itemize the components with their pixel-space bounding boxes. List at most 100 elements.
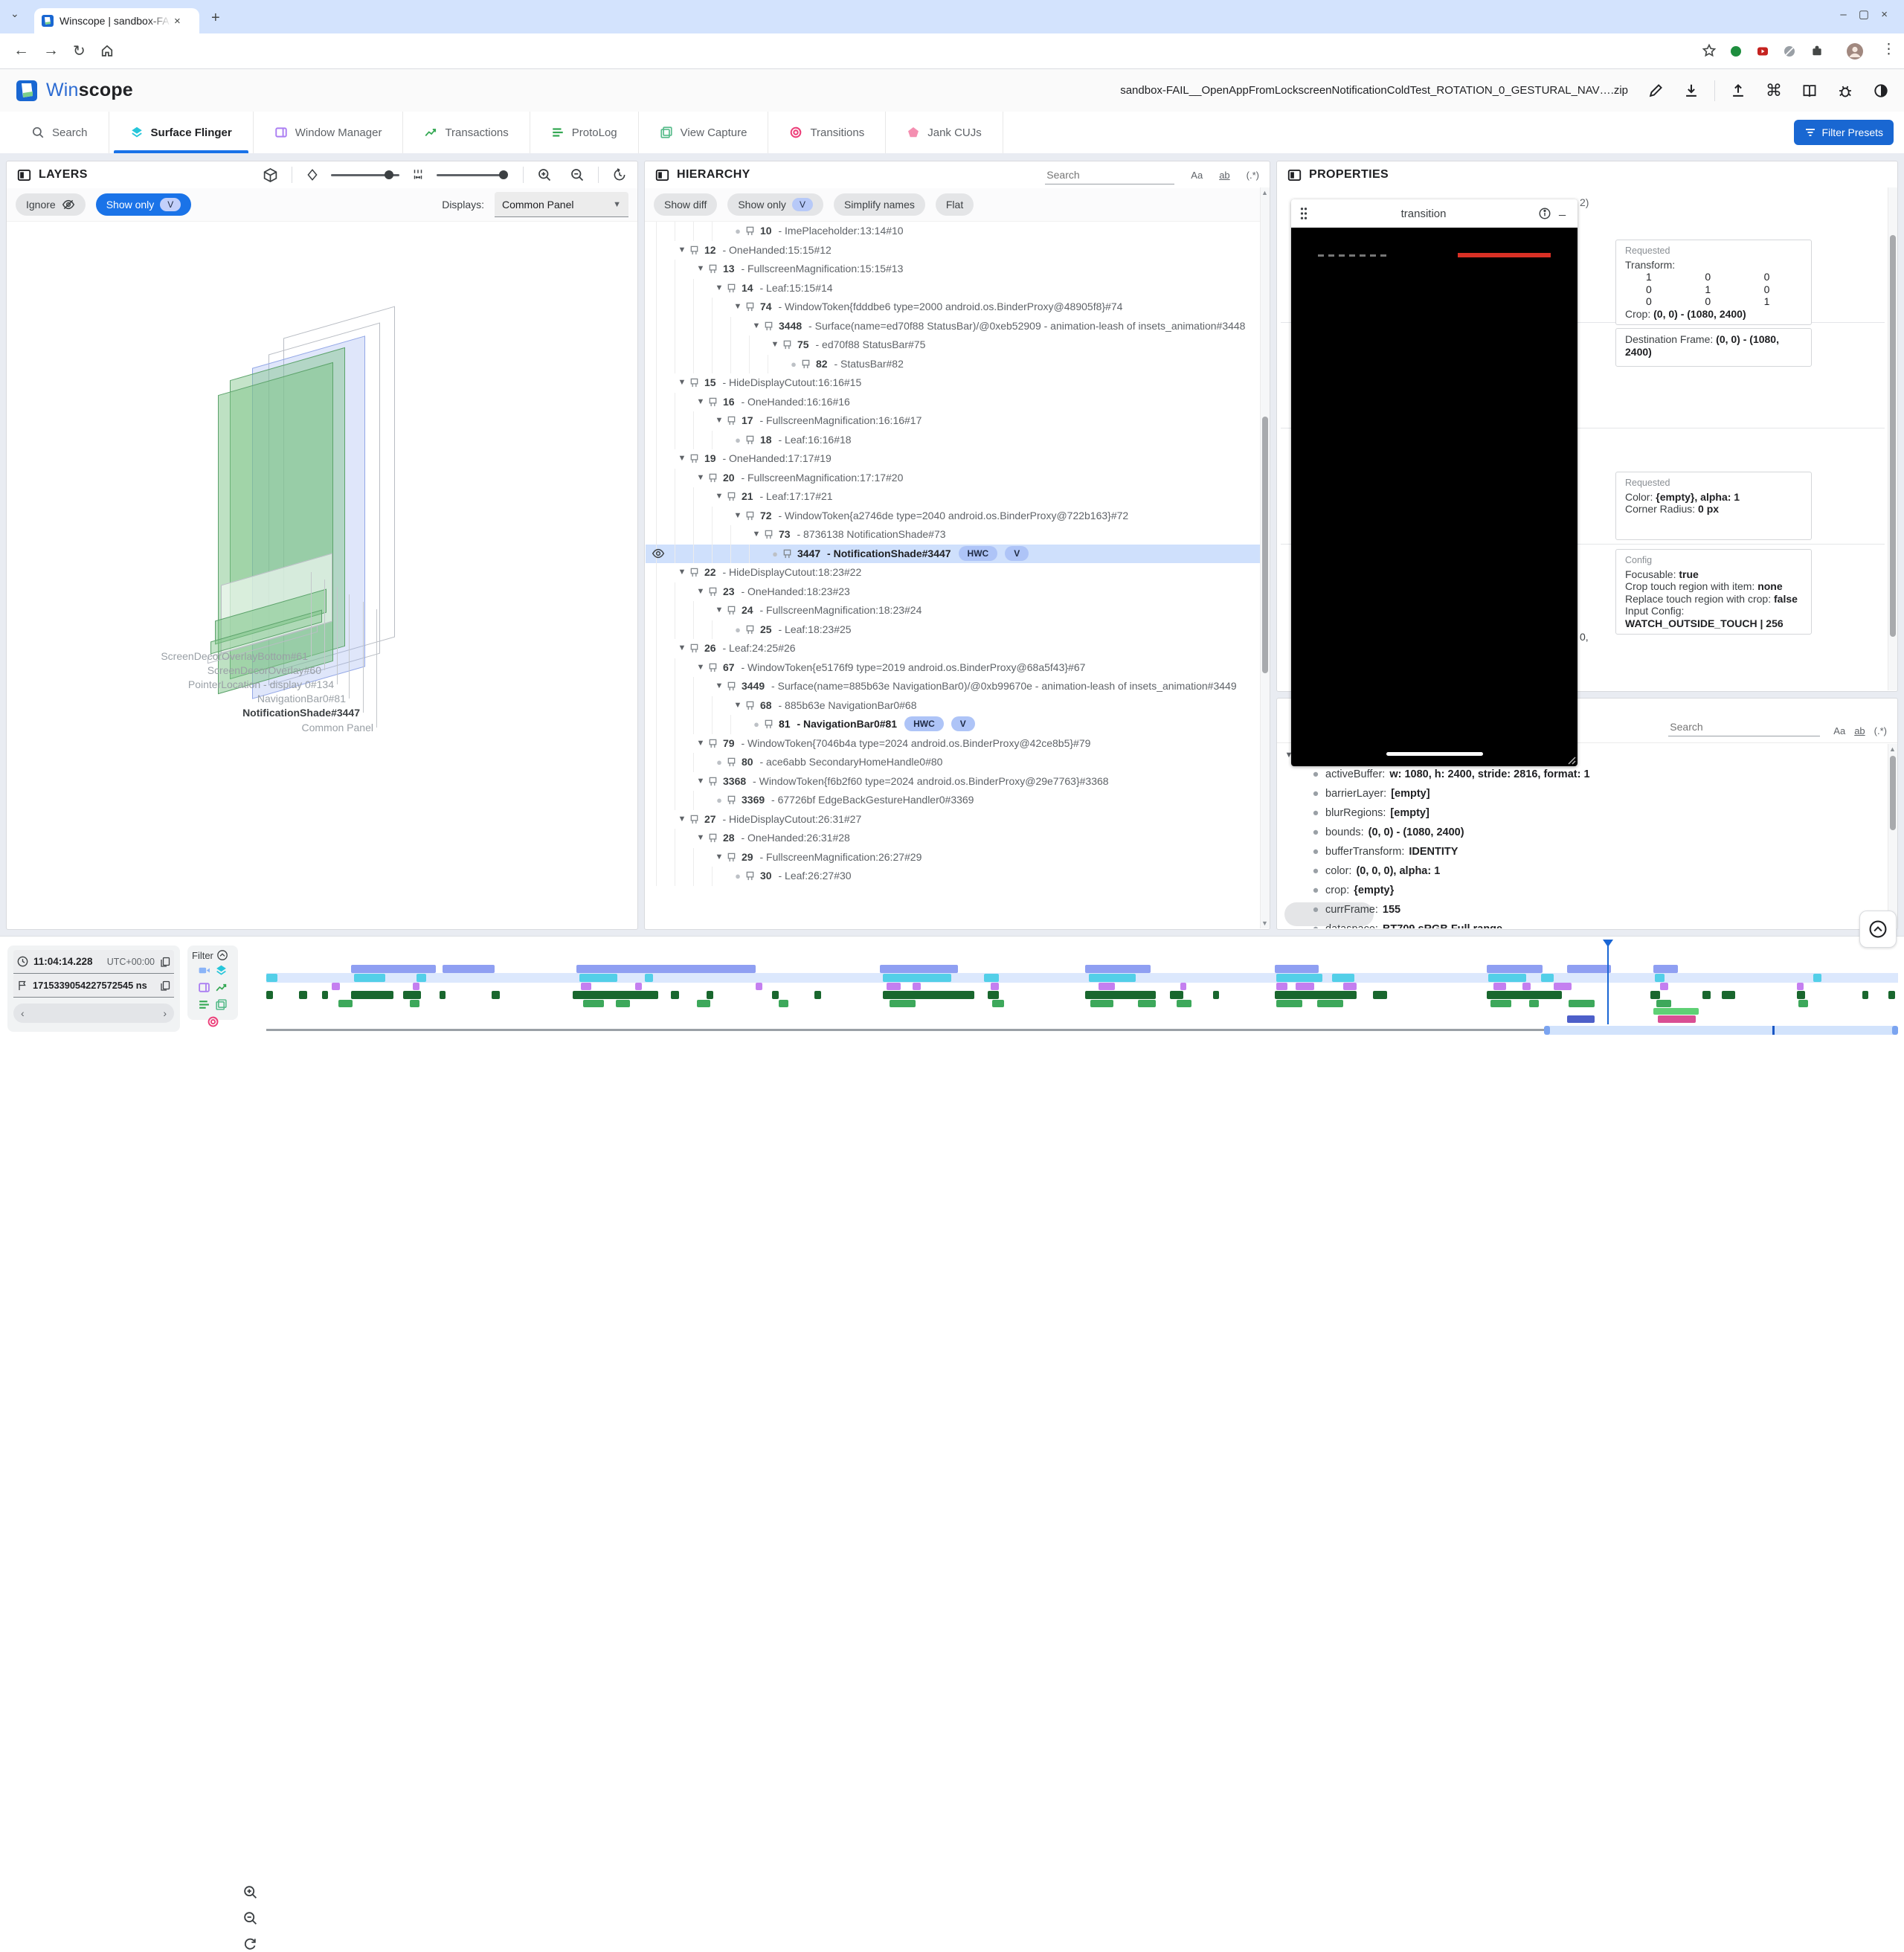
tree-row[interactable]: ●25 - Leaf:18:23#25 <box>646 620 1260 640</box>
tree-row[interactable]: ▼67 - WindowToken{e5176f9 type=2019 andr… <box>646 658 1260 678</box>
tree-row[interactable]: ▼27 - HideDisplayCutout:26:31#27 <box>646 810 1260 829</box>
expander-arrow-icon[interactable]: ▼ <box>675 241 689 260</box>
properties-search-input[interactable] <box>1668 718 1820 736</box>
tree-row[interactable]: ▼28 - OneHanded:26:31#28 <box>646 829 1260 848</box>
timeline-zoom-in-icon[interactable] <box>242 1884 260 1900</box>
protolog-event-block[interactable] <box>1656 1000 1671 1007</box>
tree-row[interactable]: ▼68 - 885b63e NavigationBar0#68 <box>646 696 1260 716</box>
screenshot-overlay-window[interactable]: transition _ <box>1291 199 1577 766</box>
window-controls[interactable]: – ▢ × <box>1840 7 1892 21</box>
tree-row[interactable]: ●81 - NavigationBar0#81HWCV <box>646 715 1260 734</box>
match-word-icon[interactable]: ab <box>1219 170 1229 181</box>
range-handle-right[interactable] <box>1892 1026 1898 1035</box>
window-manager-event-block[interactable] <box>1522 983 1531 990</box>
tab-close-icon[interactable]: × <box>174 15 181 28</box>
upload-icon[interactable] <box>1730 83 1746 99</box>
regex-icon[interactable]: (.*) <box>1247 170 1259 181</box>
expander-arrow-icon[interactable]: ▼ <box>675 373 689 393</box>
documentation-book-icon[interactable] <box>1801 83 1818 99</box>
collapse-filter-icon[interactable] <box>216 949 228 961</box>
protolog-event-block[interactable] <box>1569 1000 1595 1007</box>
transactions-event-block[interactable] <box>707 991 713 999</box>
tab-transactions[interactable]: Transactions <box>403 112 530 153</box>
drag-handle-icon[interactable] <box>1299 206 1309 221</box>
window-manager-event-block[interactable] <box>887 983 901 990</box>
tree-row[interactable]: ▼24 - FullscreenMagnification:18:23#24 <box>646 601 1260 620</box>
screen-recording-event-block[interactable] <box>443 965 495 973</box>
window-manager-event-block[interactable] <box>1099 983 1115 990</box>
ignore-button[interactable]: Ignore <box>16 193 86 216</box>
tree-row[interactable]: ●80 - ace6abb SecondaryHomeHandle0#80 <box>646 753 1260 772</box>
tree-row[interactable]: ▼29 - FullscreenMagnification:26:27#29 <box>646 848 1260 867</box>
tree-row[interactable]: ▼23 - OneHanded:18:23#23 <box>646 582 1260 602</box>
protolog-event-block[interactable] <box>1138 1000 1156 1007</box>
forward-button[interactable]: → <box>43 42 59 60</box>
transactions-event-block[interactable] <box>814 991 821 999</box>
transactions-event-block[interactable] <box>440 991 446 999</box>
protolog-event-block[interactable] <box>1276 1000 1302 1007</box>
transitions-event-block[interactable] <box>1653 1008 1699 1015</box>
bookmark-star-icon[interactable] <box>1702 43 1717 58</box>
protolog-event-block[interactable] <box>1490 1000 1512 1007</box>
window-manager-event-block[interactable] <box>1276 983 1287 990</box>
tree-row[interactable]: ▼14 - Leaf:15:15#14 <box>646 279 1260 298</box>
expander-arrow-icon[interactable]: ▼ <box>730 298 745 317</box>
transactions-event-block[interactable] <box>1275 991 1357 999</box>
expander-arrow-icon[interactable]: ▼ <box>675 563 689 582</box>
window-manager-event-block[interactable] <box>1493 983 1507 990</box>
property-item[interactable]: ●blurRegions:[empty] <box>1281 803 1885 823</box>
shortcuts-command-icon[interactable]: ⌘ <box>1766 81 1782 100</box>
properties-detail-scrollbar[interactable]: ▲ <box>1888 744 1897 928</box>
back-button[interactable]: ← <box>13 42 29 60</box>
tree-row[interactable]: ▼20 - FullscreenMagnification:17:17#20 <box>646 469 1260 488</box>
surface-flinger-event-block[interactable] <box>1813 974 1821 982</box>
rotation-slider[interactable] <box>331 174 399 176</box>
surface-flinger-event-block[interactable] <box>416 974 426 982</box>
match-word-icon[interactable]: ab <box>1854 725 1865 736</box>
expand-timeline-button[interactable] <box>1859 911 1897 948</box>
expander-arrow-icon[interactable]: ▼ <box>712 487 727 507</box>
expander-arrow-icon[interactable]: ▼ <box>712 601 727 620</box>
transactions-event-block[interactable] <box>1722 991 1735 999</box>
screen-recording-event-block[interactable] <box>1653 965 1678 973</box>
expander-arrow-icon[interactable]: ▼ <box>730 696 745 716</box>
expander-arrow-icon[interactable]: ▼ <box>675 639 689 658</box>
expander-arrow-icon[interactable]: ▼ <box>712 848 727 867</box>
surface-flinger-event-block[interactable] <box>1276 974 1322 982</box>
tab-view-capture[interactable]: View Capture <box>639 112 769 153</box>
hierarchy-search-input[interactable] <box>1045 166 1174 184</box>
surface-flinger-event-block[interactable] <box>984 974 999 982</box>
tree-row[interactable]: ▼3368 - WindowToken{f6b2f60 type=2024 an… <box>646 772 1260 792</box>
home-button[interactable] <box>100 43 115 58</box>
expander-arrow-icon[interactable]: ▼ <box>693 582 708 602</box>
property-item[interactable]: ●barrierLayer:[empty] <box>1281 784 1885 803</box>
transactions-event-block[interactable] <box>1702 991 1711 999</box>
tree-row[interactable]: ●82 - StatusBar#82 <box>646 355 1260 374</box>
extensions-puzzle-icon[interactable] <box>1810 44 1824 57</box>
show-diff-toggle[interactable]: Show diff <box>654 193 717 216</box>
properties-scrollbar[interactable] <box>1888 187 1897 690</box>
protolog-event-block[interactable] <box>338 1000 353 1007</box>
protolog-event-block[interactable] <box>1529 1000 1539 1007</box>
protolog-event-block[interactable] <box>992 1000 1003 1007</box>
surface-flinger-event-block[interactable] <box>354 974 385 982</box>
transactions-event-block[interactable] <box>1888 991 1895 999</box>
expander-arrow-icon[interactable]: ▼ <box>712 279 727 298</box>
expander-arrow-icon[interactable]: ▼ <box>712 411 727 431</box>
simplify-names-toggle[interactable]: Simplify names <box>834 193 925 216</box>
regex-icon[interactable]: (.*) <box>1874 725 1887 736</box>
screen-recording-event-block[interactable] <box>1275 965 1319 973</box>
tree-row[interactable]: ▼16 - OneHanded:16:16#16 <box>646 393 1260 412</box>
protolog-event-block[interactable] <box>410 1000 419 1007</box>
download-icon[interactable] <box>1683 83 1699 99</box>
extension-icon-green[interactable] <box>1730 45 1742 57</box>
screen-recording-event-block[interactable] <box>1085 965 1151 973</box>
protolog-event-block[interactable] <box>779 1000 788 1007</box>
range-selection[interactable] <box>1544 1026 1898 1035</box>
window-manager-event-block[interactable] <box>913 983 921 990</box>
report-bug-icon[interactable] <box>1837 83 1853 99</box>
property-item[interactable]: ●color:(0, 0, 0), alpha: 1 <box>1281 861 1885 881</box>
transactions-event-block[interactable] <box>403 991 421 999</box>
range-unselected-line[interactable] <box>266 1029 1544 1031</box>
surface-flinger-event-block[interactable] <box>1332 974 1355 982</box>
